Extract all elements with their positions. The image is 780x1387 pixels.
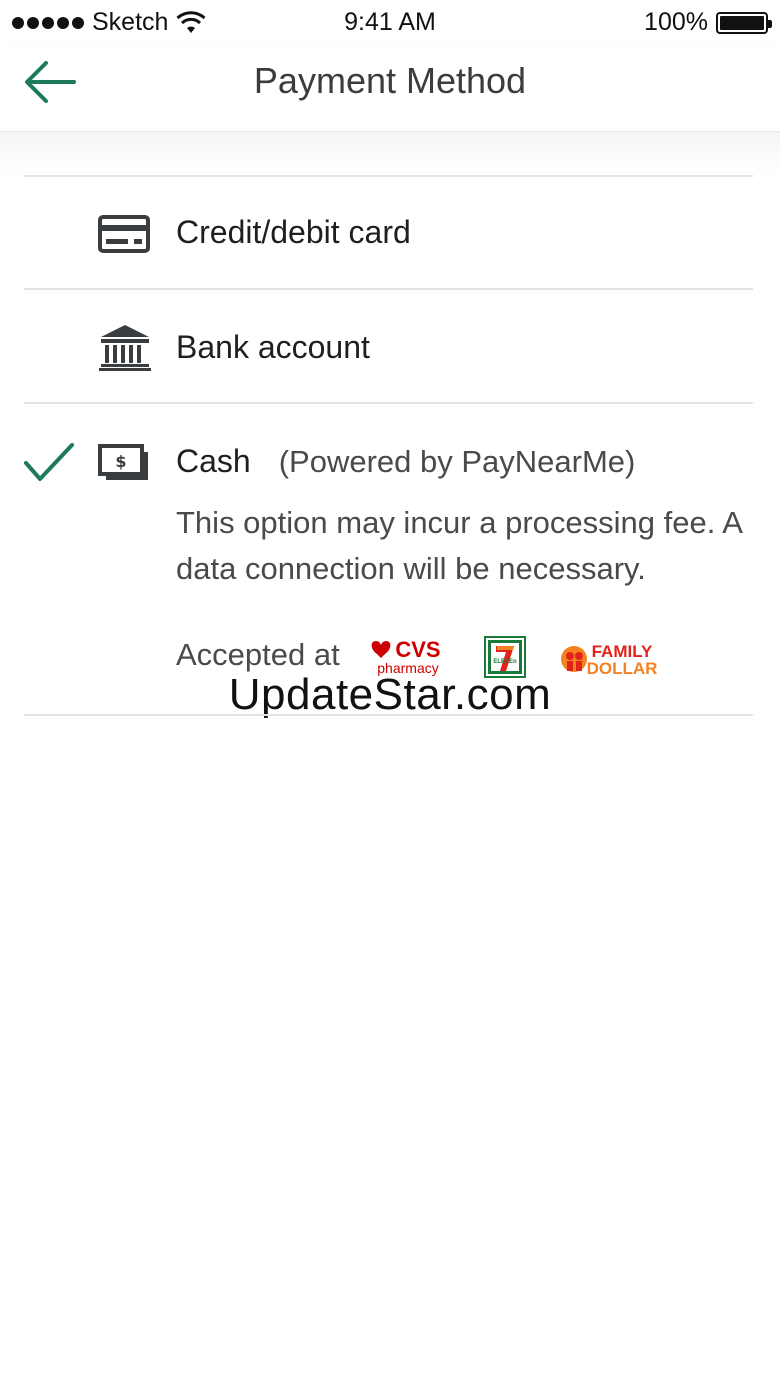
page-title: Payment Method <box>253 60 527 101</box>
credit-card-icon <box>98 215 150 253</box>
status-bar: Sketch 9:41 AM 100% <box>0 0 780 46</box>
divider <box>24 714 753 716</box>
option-credit-card[interactable]: Credit/debit card <box>0 176 780 288</box>
svg-text:$: $ <box>115 452 126 471</box>
battery-icon <box>716 11 772 34</box>
header-shadow-band <box>0 132 780 176</box>
svg-text:CVS: CVS <box>395 638 440 662</box>
bank-icon <box>99 325 151 371</box>
option-sub-label: (Powered by PayNearMe) <box>278 444 636 479</box>
cash-description: This option may incur a processing fee. … <box>176 505 742 586</box>
nav-bar: Payment Method <box>0 46 780 132</box>
option-label-group: Cash (Powered by PayNearMe) <box>176 443 635 480</box>
accepted-at-label: Accepted at <box>176 637 340 672</box>
watermark-text: UpdateStar.com <box>228 670 552 719</box>
status-right: 100% <box>644 8 772 37</box>
option-label: Cash <box>176 443 251 479</box>
battery-percent: 100% <box>644 8 708 36</box>
checkmark-icon <box>24 443 74 481</box>
option-bank-account[interactable]: Bank account <box>0 289 780 403</box>
option-label: Credit/debit card <box>176 214 411 250</box>
svg-text:ELEVEn: ELEVEn <box>493 659 517 665</box>
cash-icon: $ <box>98 444 148 480</box>
option-label: Bank account <box>176 329 370 365</box>
